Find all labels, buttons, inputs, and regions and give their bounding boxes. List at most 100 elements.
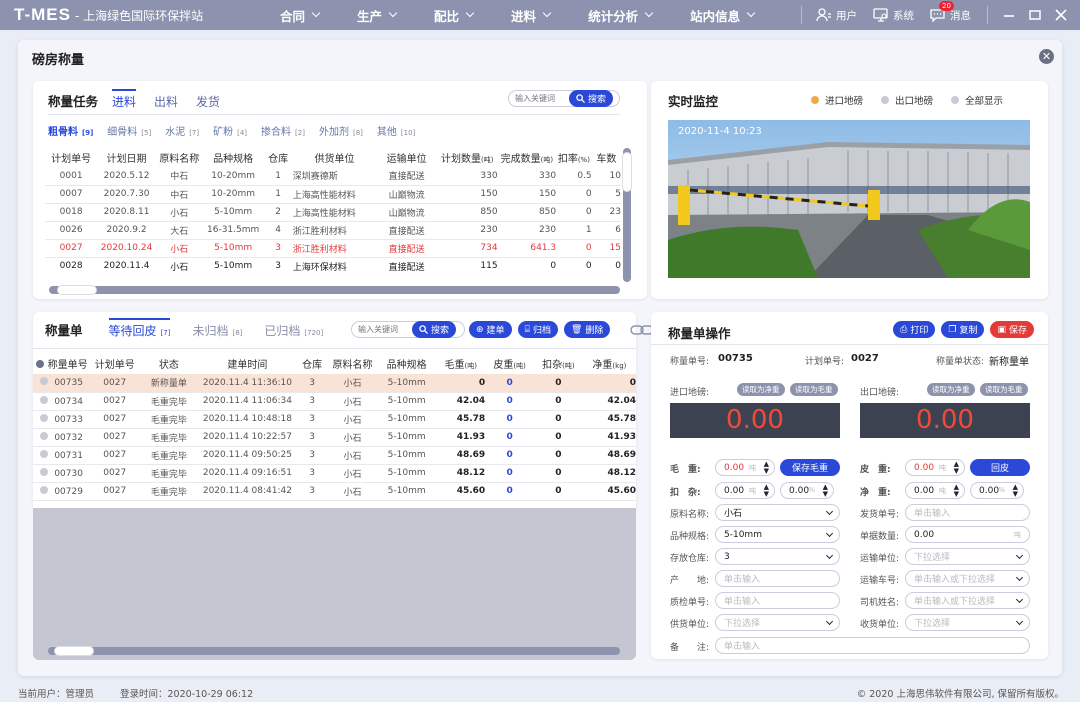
save-button[interactable]: ▣ 保存	[990, 321, 1034, 338]
select-field[interactable]: 单击输入或下拉选择	[905, 570, 1030, 587]
task-row[interactable]: 0028 2020.11.4 小石 5-10mm 3 上海环保材料 直接配送 115 0 0 0	[45, 257, 621, 275]
weigh-column-header[interactable]: 原料名称	[328, 352, 377, 374]
weigh-row[interactable]: 00731 0027 毛重完毕 2020.11.4 09:50:25 3 小石 5-10mm…	[33, 446, 636, 465]
weigh-row[interactable]: 00732 0027 毛重完毕 2020.11.4 10:22:57 3 小石 5-10mm…	[33, 428, 636, 447]
scroll-thumb[interactable]	[57, 285, 97, 295]
task-column-header[interactable]: 供货单位	[293, 147, 377, 167]
net-kg-input[interactable]: 0.00% ▲ ▼	[970, 482, 1024, 499]
row-radio[interactable]	[40, 449, 49, 458]
weigh-column-header[interactable]: 皮重(吨)	[485, 352, 534, 374]
input-field[interactable]: 单击输入	[715, 570, 840, 587]
nav-station-info[interactable]: 站内信息	[690, 6, 756, 25]
task-row[interactable]: 0001 2020.5.12 中石 10-20mm 1 深圳赛德斯 直接配送 330 330 0.…	[45, 167, 621, 186]
task-row[interactable]: 0018 2020.8.11 小石 5-10mm 2 上海高性能材料 山巅物流 850 850 0…	[45, 203, 621, 222]
category-3[interactable]: 矿粉 [4]	[213, 123, 247, 138]
task-search-input[interactable]	[509, 94, 569, 103]
weigh-column-header[interactable]: 毛重(吨)	[436, 352, 485, 374]
weigh-column-header[interactable]: 计划单号	[90, 352, 139, 374]
task-search-button[interactable]: 搜索	[569, 90, 614, 107]
weigh-column-header[interactable]: 扣杂(吨)	[534, 352, 583, 374]
close-window-button[interactable]	[1054, 8, 1068, 22]
save-gross-button[interactable]: 保存毛重	[780, 459, 840, 476]
weigh-column-header[interactable]: 品种规格	[377, 352, 436, 374]
minimize-button[interactable]	[1002, 8, 1016, 22]
weigh-row[interactable]: 00729 0027 毛重完毕 2020.11.4 08:41:42 3 小石 5-10mm…	[33, 482, 636, 501]
weigh-horizontal-scrollbar[interactable]	[48, 646, 620, 656]
category-6[interactable]: 其他 [10]	[377, 123, 415, 138]
select-field[interactable]: 单击输入或下拉选择	[905, 592, 1030, 609]
read-net-in-button[interactable]: 读取为净重	[737, 383, 785, 396]
row-radio[interactable]	[40, 395, 49, 404]
weigh-row[interactable]: 00734 0027 毛重完毕 2020.11.4 11:06:34 3 小石 5-10mm…	[33, 392, 636, 411]
spinner-icon[interactable]: ▲ ▼	[764, 461, 769, 475]
nav-contract[interactable]: 合同	[280, 6, 321, 25]
category-2[interactable]: 水泥 [7]	[165, 123, 199, 138]
create-button[interactable]: ⊕ 建单	[469, 321, 512, 338]
delete-button[interactable]: 🗑 删除	[563, 321, 611, 338]
gross-input[interactable]: 0.00 吨 ▲ ▼	[715, 459, 775, 476]
select-field[interactable]: 3	[715, 548, 840, 565]
task-horizontal-scrollbar[interactable]	[49, 285, 620, 295]
weigh-tab-2[interactable]: 已归档 [720]	[264, 322, 323, 343]
tab-delivery[interactable]: 发货	[196, 93, 220, 114]
row-radio[interactable]	[40, 377, 49, 386]
weigh-column-header[interactable]: 建单时间	[199, 352, 297, 374]
remark-input[interactable]: 单击输入	[715, 637, 1030, 654]
task-row[interactable]: 0027 2020.10.24 小石 5-10mm 3 浙江胜利材料 直接配送 734 641.…	[45, 239, 621, 258]
task-column-header[interactable]: 计划单号	[45, 147, 97, 167]
task-column-header[interactable]: 扣率(%)	[556, 147, 592, 167]
input-field[interactable]: 0.00 吨	[905, 526, 1030, 543]
deduct-ton-input[interactable]: 0.00 吨 ▲ ▼	[715, 482, 775, 499]
spinner-icon[interactable]: ▲ ▼	[954, 484, 959, 498]
category-4[interactable]: 掺合料 [2]	[261, 123, 305, 138]
nav-mix[interactable]: 配比	[434, 6, 475, 25]
legend-inlet[interactable]: 进口地磅	[825, 93, 863, 107]
weigh-list-search-button[interactable]: 搜索	[412, 321, 457, 338]
spinner-icon[interactable]: ▲ ▼	[954, 461, 959, 475]
scroll-thumb[interactable]	[54, 646, 94, 656]
input-field[interactable]: 单击输入	[905, 504, 1030, 521]
legend-all[interactable]: 全部显示	[965, 93, 1003, 107]
weigh-column-header[interactable]: 状态	[139, 352, 198, 374]
spinner-icon[interactable]: ▲ ▼	[764, 484, 769, 498]
task-column-header[interactable]: 运输单位	[376, 147, 437, 167]
weigh-tab-0[interactable]: 等待回皮 [7]	[108, 318, 171, 343]
close-icon[interactable]: ✕	[1039, 49, 1054, 64]
weigh-row[interactable]: 00735 0027 新称量单 2020.11.4 11:36:10 3 小石 5-10mm…	[33, 374, 636, 393]
legend-outlet[interactable]: 出口地磅	[895, 93, 933, 107]
read-gross-out-button[interactable]: 读取为毛重	[980, 383, 1028, 396]
row-radio[interactable]	[40, 413, 49, 422]
task-column-header[interactable]: 品种规格	[203, 147, 264, 167]
select-field[interactable]: 下拉选择	[905, 614, 1030, 631]
net-ton-input[interactable]: 0.00 吨 ▲ ▼	[905, 482, 965, 499]
task-row[interactable]: 0026 2020.9.2 大石 16-31.5mm 4 浙江胜利材料 直接配送 230 230…	[45, 221, 621, 240]
task-column-header[interactable]: 完成数量(吨)	[498, 147, 557, 167]
input-field[interactable]: 单击输入	[715, 592, 840, 609]
select-field[interactable]: 5-10mm	[715, 526, 840, 543]
nav-production[interactable]: 生产	[357, 6, 398, 25]
spinner-icon[interactable]: ▲ ▼	[823, 484, 828, 498]
weigh-column-header[interactable]: 净重(kg)	[583, 352, 636, 374]
weigh-list-search-input[interactable]	[352, 325, 412, 334]
task-column-header[interactable]: 原料名称	[156, 147, 203, 167]
nav-statistics[interactable]: 统计分析	[588, 6, 654, 25]
select-field[interactable]: 下拉选择	[905, 548, 1030, 565]
task-column-header[interactable]: 计划日期	[97, 147, 156, 167]
category-0[interactable]: 粗骨料 [9]	[48, 123, 93, 138]
category-1[interactable]: 细骨料 [5]	[107, 123, 151, 138]
read-net-out-button[interactable]: 读取为净重	[927, 383, 975, 396]
copy-button[interactable]: ❐ 复制	[941, 321, 985, 338]
maximize-button[interactable]	[1028, 8, 1042, 22]
select-field[interactable]: 下拉选择	[715, 614, 840, 631]
weigh-row[interactable]: 00733 0027 毛重完毕 2020.11.4 10:48:18 3 小石 5-10mm…	[33, 410, 636, 429]
deduct-pct-input[interactable]: 0.00% ▲ ▼	[780, 482, 834, 499]
read-gross-in-button[interactable]: 读取为毛重	[790, 383, 838, 396]
row-radio[interactable]	[40, 485, 49, 494]
weigh-tab-1[interactable]: 未归档 [8]	[192, 322, 242, 343]
nav-intake[interactable]: 进料	[511, 6, 552, 25]
select-field[interactable]: 小石	[715, 504, 840, 521]
task-vertical-scrollbar[interactable]	[622, 148, 632, 282]
select-all-radio[interactable]	[35, 359, 44, 368]
category-5[interactable]: 外加剂 [8]	[319, 123, 363, 138]
system-button[interactable]: 系统	[873, 8, 914, 23]
